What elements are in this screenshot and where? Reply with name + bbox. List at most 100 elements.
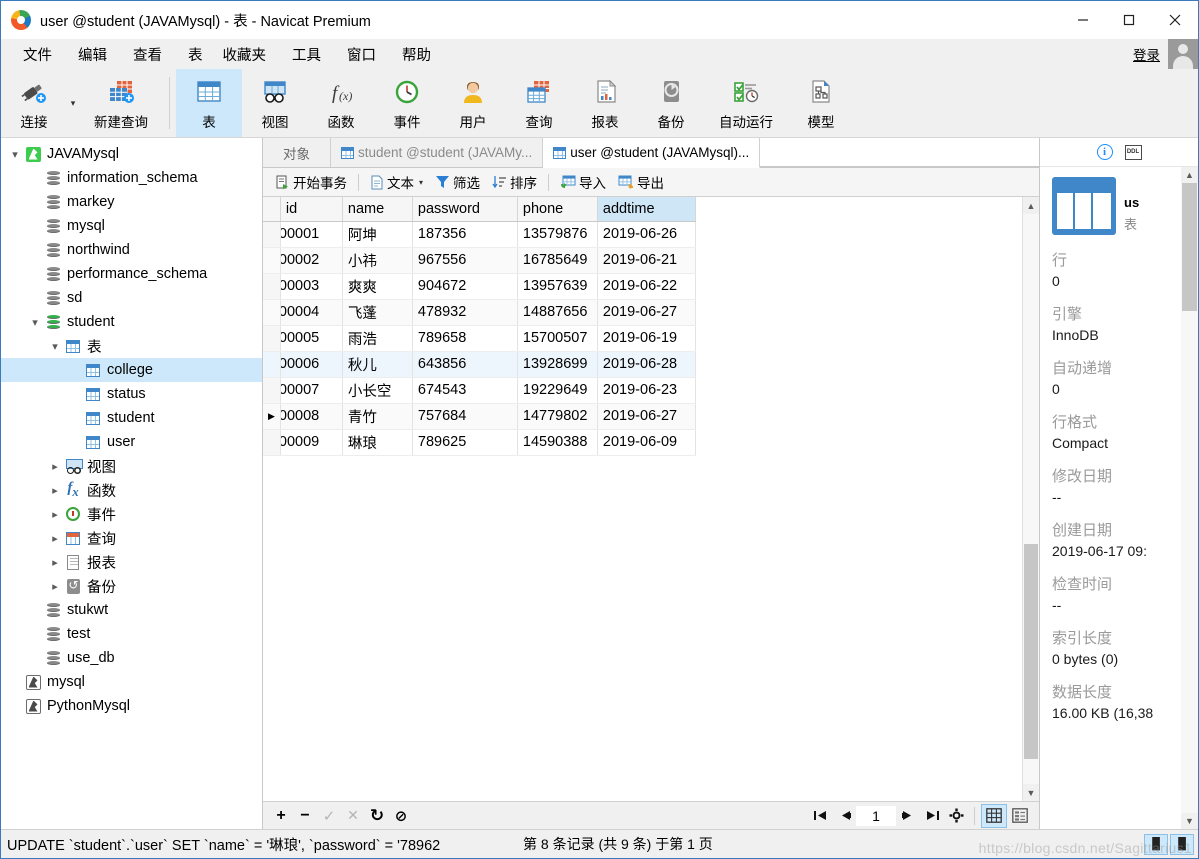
cell-phone[interactable]: 14779802 (517, 403, 598, 430)
cell-password[interactable]: 478932 (412, 299, 518, 326)
row-gutter[interactable] (263, 299, 281, 326)
cell-addtime[interactable]: 2019-06-27 (597, 403, 696, 430)
sidebar-item-performance_schema[interactable]: performance_schema (1, 262, 262, 286)
cell-name[interactable]: 飞蓬 (342, 299, 413, 326)
table-row[interactable]: 00006 秋儿 643856 13928699 2019-06-28 (263, 351, 696, 378)
cell-name[interactable]: 琳琅 (342, 429, 413, 456)
sidebar-item-status[interactable]: status (1, 382, 262, 406)
chevron-right-icon[interactable]: ▸ (47, 508, 63, 521)
add-record-button[interactable]: + (269, 805, 293, 827)
toolbar-backup-button[interactable]: 备份 (638, 69, 704, 137)
row-gutter[interactable] (263, 247, 281, 274)
info-panel-scrollbar[interactable]: ▲ ▼ (1181, 167, 1198, 829)
cell-name[interactable]: 青竹 (342, 403, 413, 430)
sidebar-item-user[interactable]: user (1, 430, 262, 454)
menu-window[interactable]: 窗口 (337, 41, 386, 68)
sidebar-item-markey[interactable]: markey (1, 190, 262, 214)
scroll-down-arrow-icon[interactable]: ▼ (1023, 784, 1039, 801)
toolbar-function-button[interactable]: f (x) 函数 (308, 69, 374, 137)
sidebar-item-information_schema[interactable]: information_schema (1, 166, 262, 190)
cell-password[interactable]: 674543 (412, 377, 518, 404)
login-link[interactable]: 登录 (1133, 44, 1160, 64)
table-row[interactable]: 00001 阿坤 187356 13579876 2019-06-26 (263, 221, 696, 248)
cell-id[interactable]: 00006 (280, 351, 343, 378)
grid-settings-button[interactable] (944, 805, 968, 827)
cell-name[interactable]: 爽爽 (342, 273, 413, 300)
stop-button[interactable]: ⊘ (389, 805, 413, 827)
menu-help[interactable]: 帮助 (392, 41, 441, 68)
sidebar-item--[interactable]: ▸ 备份 (1, 574, 262, 598)
chevron-right-icon[interactable]: ▸ (47, 484, 63, 497)
last-page-button[interactable] (920, 805, 944, 827)
grid-vertical-scrollbar[interactable]: ▲ ▼ (1022, 197, 1039, 801)
row-gutter[interactable] (263, 273, 281, 300)
cell-addtime[interactable]: 2019-06-23 (597, 377, 696, 404)
cell-name[interactable]: 阿坤 (342, 221, 413, 248)
cell-id[interactable]: 00009 (280, 429, 343, 456)
table-row[interactable]: 00002 小祎 967556 16785649 2019-06-21 (263, 247, 696, 274)
table-row[interactable]: 00003 爽爽 904672 13957639 2019-06-22 (263, 273, 696, 300)
chevron-right-icon[interactable]: ▸ (47, 460, 63, 473)
import-button[interactable]: 导入 (554, 170, 612, 194)
cell-phone[interactable]: 13928699 (517, 351, 598, 378)
sidebar-item--[interactable]: ▸ 报表 (1, 550, 262, 574)
row-gutter[interactable] (263, 221, 281, 248)
table-row[interactable]: 00009 琳琅 789625 14590388 2019-06-09 (263, 429, 696, 456)
chevron-right-icon[interactable]: ▸ (47, 556, 63, 569)
chevron-right-icon[interactable]: ▸ (47, 532, 63, 545)
cell-password[interactable]: 757684 (412, 403, 518, 430)
data-table-body[interactable]: 00001 阿坤 187356 13579876 2019-06-26 00002 小祎 96… (263, 221, 696, 456)
toolbar-event-button[interactable]: 事件 (374, 69, 440, 137)
minimize-button[interactable] (1060, 1, 1106, 39)
row-gutter[interactable]: ▶ (263, 403, 281, 430)
sidebar-item-mysql[interactable]: mysql (1, 214, 262, 238)
maximize-button[interactable] (1106, 1, 1152, 39)
sort-button[interactable]: 排序 (486, 170, 543, 194)
row-gutter[interactable] (263, 351, 281, 378)
cell-password[interactable]: 643856 (412, 351, 518, 378)
connection-dropdown-caret-icon[interactable]: ▾ (67, 69, 79, 137)
info-scroll-up-icon[interactable]: ▲ (1181, 167, 1198, 183)
object-tree-sidebar[interactable]: ▾ JAVAMysql information_schema markey mysql n… (1, 138, 263, 829)
cell-id[interactable]: 00008 (280, 403, 343, 430)
toolbar-report-button[interactable]: 报表 (572, 69, 638, 137)
cell-id[interactable]: 00001 (280, 221, 343, 248)
cell-password[interactable]: 789625 (412, 429, 518, 456)
toolbar-new-query-button[interactable]: 新建查询 (79, 69, 163, 137)
sidebar-item-college[interactable]: college (1, 358, 262, 382)
cell-name[interactable]: 秋儿 (342, 351, 413, 378)
toolbar-model-button[interactable]: 模型 (788, 69, 854, 137)
cell-id[interactable]: 00002 (280, 247, 343, 274)
toolbar-table-button[interactable]: 表 (176, 69, 242, 137)
scroll-thumb[interactable] (1024, 544, 1038, 759)
sidebar-item-pythonmysql[interactable]: PythonMysql (1, 694, 262, 718)
menu-file[interactable]: 文件 (13, 41, 62, 68)
cell-name[interactable]: 小祎 (342, 247, 413, 274)
sidebar-item-javamysql[interactable]: ▾ JAVAMysql (1, 142, 262, 166)
toolbar-query-button[interactable]: 查询 (506, 69, 572, 137)
cell-id[interactable]: 00005 (280, 325, 343, 352)
cell-id[interactable]: 00003 (280, 273, 343, 300)
table-row[interactable]: 00005 雨浩 789658 15700507 2019-06-19 (263, 325, 696, 352)
cell-password[interactable]: 789658 (412, 325, 518, 352)
avatar[interactable] (1168, 39, 1198, 69)
column-header-phone[interactable]: phone (517, 197, 598, 222)
data-table[interactable]: id name password phone addtime 00001 阿坤 18… (263, 197, 696, 456)
cell-phone[interactable]: 15700507 (517, 325, 598, 352)
grid-view-button[interactable] (981, 803, 1007, 828)
begin-transaction-button[interactable]: 开始事务 (269, 170, 353, 194)
text-button[interactable]: 文本 ▾ (364, 170, 429, 194)
row-gutter[interactable] (263, 325, 281, 352)
cell-password[interactable]: 187356 (412, 221, 518, 248)
sidebar-item--[interactable]: ▸ 事件 (1, 502, 262, 526)
delete-record-button[interactable]: − (293, 805, 317, 827)
form-view-button[interactable] (1007, 804, 1033, 828)
sidebar-item-use_db[interactable]: use_db (1, 646, 262, 670)
refresh-button[interactable]: ↻ (365, 805, 389, 827)
tab-objects[interactable]: 对象 (263, 138, 331, 167)
toolbar-connection-button[interactable]: 连接 (1, 69, 67, 137)
sidebar-item-stukwt[interactable]: stukwt (1, 598, 262, 622)
row-gutter[interactable] (263, 377, 281, 404)
sidebar-item-student[interactable]: student (1, 406, 262, 430)
cell-addtime[interactable]: 2019-06-21 (597, 247, 696, 274)
